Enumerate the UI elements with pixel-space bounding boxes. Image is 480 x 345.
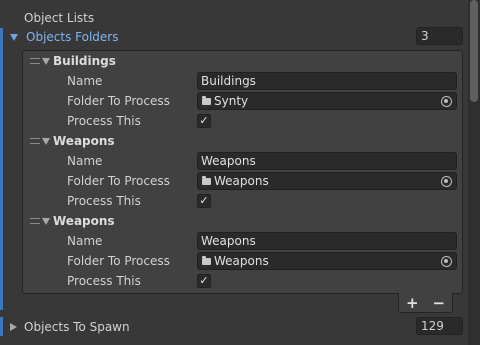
folder-icon bbox=[202, 176, 211, 185]
objects-to-spawn-foldout[interactable]: Objects To Spawn bbox=[10, 318, 130, 336]
folder-to-process-label: Folder To Process bbox=[67, 94, 170, 108]
process-this-checkbox[interactable]: ✓ bbox=[197, 114, 211, 128]
foldout-collapsed-icon[interactable] bbox=[10, 323, 17, 331]
list-element-header[interactable]: Weapons bbox=[30, 212, 115, 230]
process-this-label: Process This bbox=[67, 274, 141, 288]
process-this-checkbox[interactable]: ✓ bbox=[197, 194, 211, 208]
object-picker-icon[interactable] bbox=[441, 95, 452, 107]
drag-handle-icon[interactable] bbox=[30, 58, 40, 64]
objects-to-spawn-size-field[interactable]: 129 bbox=[416, 317, 463, 335]
list-element-header[interactable]: Buildings bbox=[30, 52, 116, 70]
foldout-expanded-icon[interactable] bbox=[42, 57, 50, 65]
name-field[interactable]: Weapons bbox=[197, 152, 457, 170]
drag-handle-icon[interactable] bbox=[30, 218, 40, 224]
name-label: Name bbox=[67, 234, 103, 248]
process-this-label: Process This bbox=[67, 114, 141, 128]
object-picker-icon[interactable] bbox=[441, 255, 452, 267]
objects-folders-size-field[interactable]: 3 bbox=[416, 27, 463, 45]
remove-element-button[interactable]: − bbox=[429, 294, 449, 312]
folder-object-field[interactable]: Synty bbox=[197, 92, 457, 110]
spawn-accent-bar bbox=[0, 317, 3, 336]
drag-handle-icon[interactable] bbox=[30, 138, 40, 144]
scrollbar-thumb[interactable] bbox=[470, 0, 478, 102]
foldout-expanded-icon[interactable] bbox=[10, 33, 18, 41]
folder-icon bbox=[202, 96, 211, 105]
folder-value: Synty bbox=[214, 94, 249, 108]
objects-to-spawn-label: Objects To Spawn bbox=[24, 320, 130, 334]
objects-folders-foldout[interactable]: Objects Folders bbox=[10, 28, 118, 46]
folder-object-field[interactable]: Weapons bbox=[197, 252, 457, 270]
object-picker-icon[interactable] bbox=[441, 175, 452, 187]
process-this-label: Process This bbox=[67, 194, 141, 208]
folder-to-process-label: Folder To Process bbox=[67, 254, 170, 268]
name-label: Name bbox=[67, 74, 103, 88]
list-footer: + − bbox=[398, 293, 453, 313]
list-accent-bar bbox=[0, 28, 3, 310]
objects-folders-label: Objects Folders bbox=[26, 30, 119, 44]
name-field[interactable]: Weapons bbox=[197, 232, 457, 250]
name-label: Name bbox=[67, 154, 103, 168]
name-field[interactable]: Buildings bbox=[197, 72, 457, 90]
foldout-expanded-icon[interactable] bbox=[42, 217, 50, 225]
section-header: Object Lists bbox=[24, 11, 95, 25]
folder-object-field[interactable]: Weapons bbox=[197, 172, 457, 190]
folder-value: Weapons bbox=[214, 174, 269, 188]
folder-value: Weapons bbox=[214, 254, 269, 268]
add-element-button[interactable]: + bbox=[402, 294, 422, 312]
element-title: Weapons bbox=[53, 214, 115, 228]
element-title: Weapons bbox=[53, 134, 115, 148]
process-this-checkbox[interactable]: ✓ bbox=[197, 274, 211, 288]
foldout-expanded-icon[interactable] bbox=[42, 137, 50, 145]
folder-to-process-label: Folder To Process bbox=[67, 174, 170, 188]
folder-icon bbox=[202, 256, 211, 265]
list-element-header[interactable]: Weapons bbox=[30, 132, 115, 150]
element-title: Buildings bbox=[53, 54, 116, 68]
